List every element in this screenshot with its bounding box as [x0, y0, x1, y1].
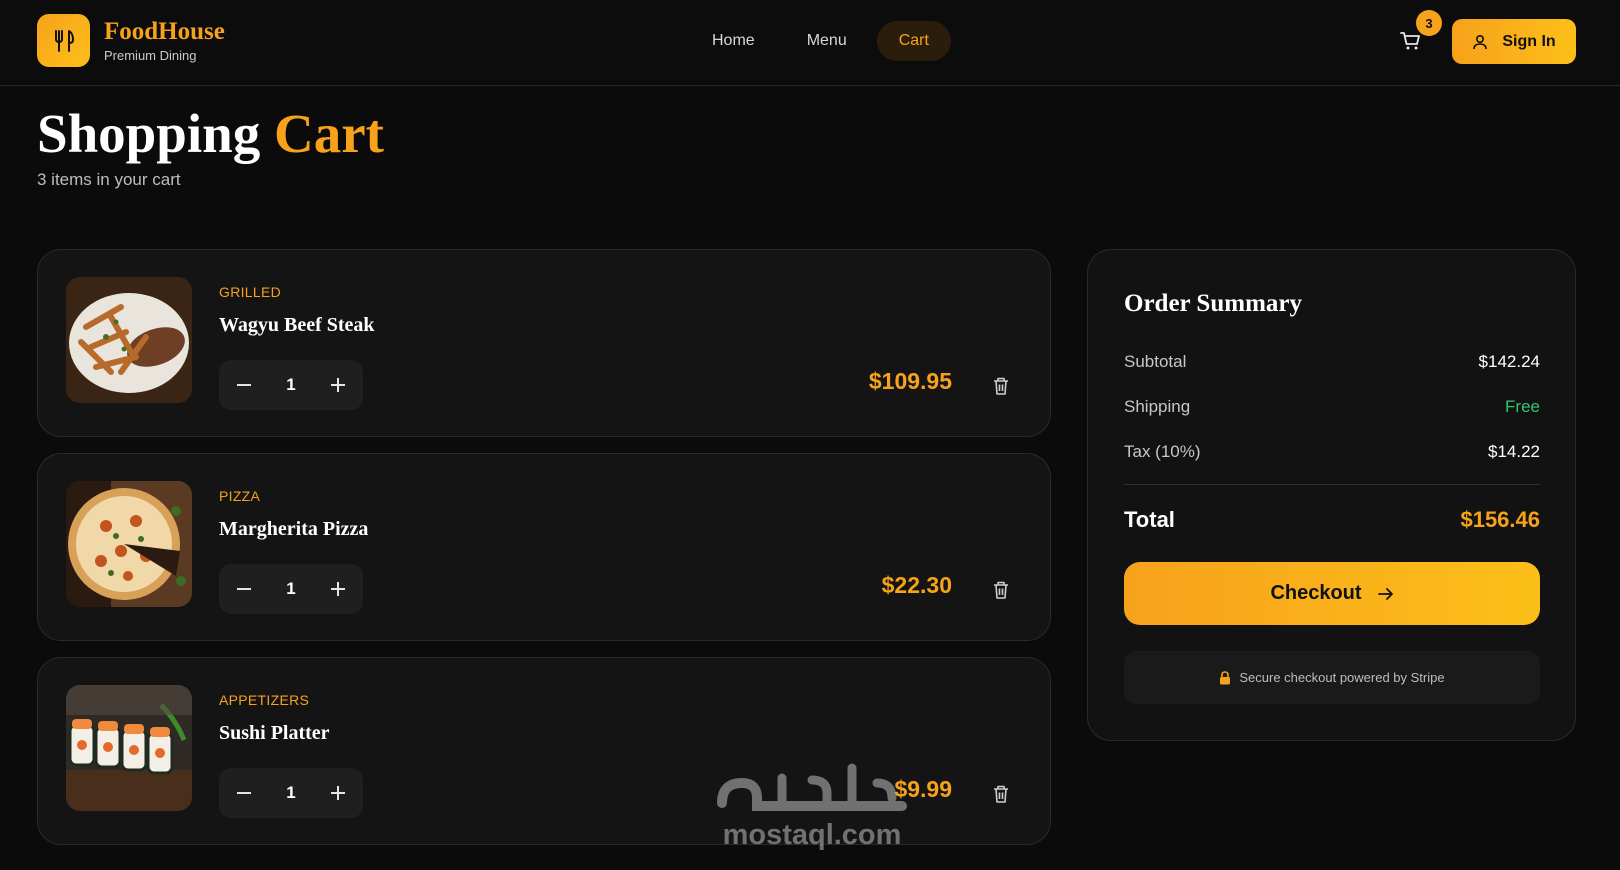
increase-quantity-button[interactable]: [323, 778, 353, 808]
quantity-value: 1: [286, 375, 296, 394]
total-row: Total $156.46: [1124, 507, 1540, 533]
shipping-row: Shipping Free: [1124, 397, 1540, 417]
subtotal-row: Subtotal $142.24: [1124, 352, 1540, 372]
cart-count-badge: 3: [1416, 10, 1442, 36]
minus-icon: [237, 792, 251, 794]
page-title-accent: Cart: [273, 103, 384, 164]
quantity-stepper: 1: [219, 564, 363, 614]
trash-icon[interactable]: [992, 784, 1010, 804]
order-summary-card: Order Summary Subtotal $142.24 Shipping …: [1087, 249, 1576, 741]
quantity-value: 1: [286, 579, 296, 598]
minus-icon: [237, 384, 251, 386]
pizza-photo: [66, 481, 192, 607]
tax-label: Tax (10%): [1124, 442, 1201, 461]
page-title-main: Shopping: [37, 103, 261, 164]
secure-checkout-text: Secure checkout powered by Stripe: [1239, 670, 1445, 685]
item-name: Wagyu Beef Steak: [219, 314, 375, 336]
nav-menu[interactable]: Menu: [785, 21, 869, 61]
tax-value: $14.22: [1488, 442, 1540, 461]
nav-cart[interactable]: Cart: [876, 21, 951, 61]
cart-icon: [1400, 32, 1420, 50]
watermark-text: mostaql.com: [722, 819, 902, 851]
page-title: Shopping Cart: [37, 102, 384, 165]
top-navbar: FoodHouse Premium Dining Home Menu Cart …: [0, 0, 1620, 86]
watermark-glyph: [717, 763, 907, 811]
fork-knife-icon: [54, 29, 74, 52]
secure-checkout-note: Secure checkout powered by Stripe: [1124, 651, 1540, 704]
cart-item-count-text: 3 items in your cart: [37, 170, 181, 189]
item-category: PIZZA: [219, 488, 261, 504]
checkout-button[interactable]: Checkout: [1124, 562, 1540, 625]
lock-icon: [1220, 670, 1231, 684]
shipping-value: Free: [1505, 397, 1540, 416]
user-icon: [1473, 34, 1488, 49]
quantity-stepper: 1: [219, 768, 363, 818]
nav-home[interactable]: Home: [690, 21, 777, 61]
plus-icon: [331, 378, 345, 392]
subtotal-label: Subtotal: [1124, 352, 1187, 371]
cart-item: GRILLED Wagyu Beef Steak 1 $109.95: [37, 249, 1051, 437]
brand-name[interactable]: FoodHouse: [104, 18, 225, 46]
total-label: Total: [1124, 507, 1175, 532]
decrease-quantity-button[interactable]: [229, 574, 259, 604]
increase-quantity-button[interactable]: [323, 370, 353, 400]
brand-tagline: Premium Dining: [104, 48, 197, 63]
trash-icon[interactable]: [992, 376, 1010, 396]
sign-in-button[interactable]: Sign In: [1452, 19, 1576, 64]
decrease-quantity-button[interactable]: [229, 778, 259, 808]
main-nav: Home Menu Cart: [690, 21, 951, 61]
plus-icon: [331, 582, 345, 596]
arrow-right-icon: [1377, 587, 1393, 600]
item-category: APPETIZERS: [219, 692, 310, 708]
quantity-stepper: 1: [219, 360, 363, 410]
item-price: $22.30: [881, 572, 952, 598]
subtotal-value: $142.24: [1478, 352, 1540, 371]
minus-icon: [237, 588, 251, 590]
brand-logo[interactable]: [37, 14, 90, 67]
increase-quantity-button[interactable]: [323, 574, 353, 604]
sign-in-label: Sign In: [1502, 32, 1556, 50]
checkout-label: Checkout: [1270, 582, 1362, 604]
shipping-label: Shipping: [1124, 397, 1191, 416]
item-price: $109.95: [868, 368, 952, 394]
cart-item: PIZZA Margherita Pizza 1 $22.30: [37, 453, 1051, 641]
order-summary-title: Order Summary: [1124, 290, 1302, 317]
tax-row: Tax (10%) $14.22: [1124, 442, 1540, 462]
trash-icon[interactable]: [992, 580, 1010, 600]
item-name: Margherita Pizza: [219, 518, 369, 540]
plus-icon: [331, 786, 345, 800]
item-name: Sushi Platter: [219, 722, 330, 744]
watermark-logo: mostaql.com: [712, 758, 912, 854]
quantity-value: 1: [286, 783, 296, 802]
decrease-quantity-button[interactable]: [229, 370, 259, 400]
summary-divider: [1124, 484, 1540, 485]
item-category: GRILLED: [219, 284, 282, 300]
sushi-photo: [66, 685, 192, 811]
steak-photo: [66, 277, 192, 403]
total-value: $156.46: [1460, 507, 1540, 532]
